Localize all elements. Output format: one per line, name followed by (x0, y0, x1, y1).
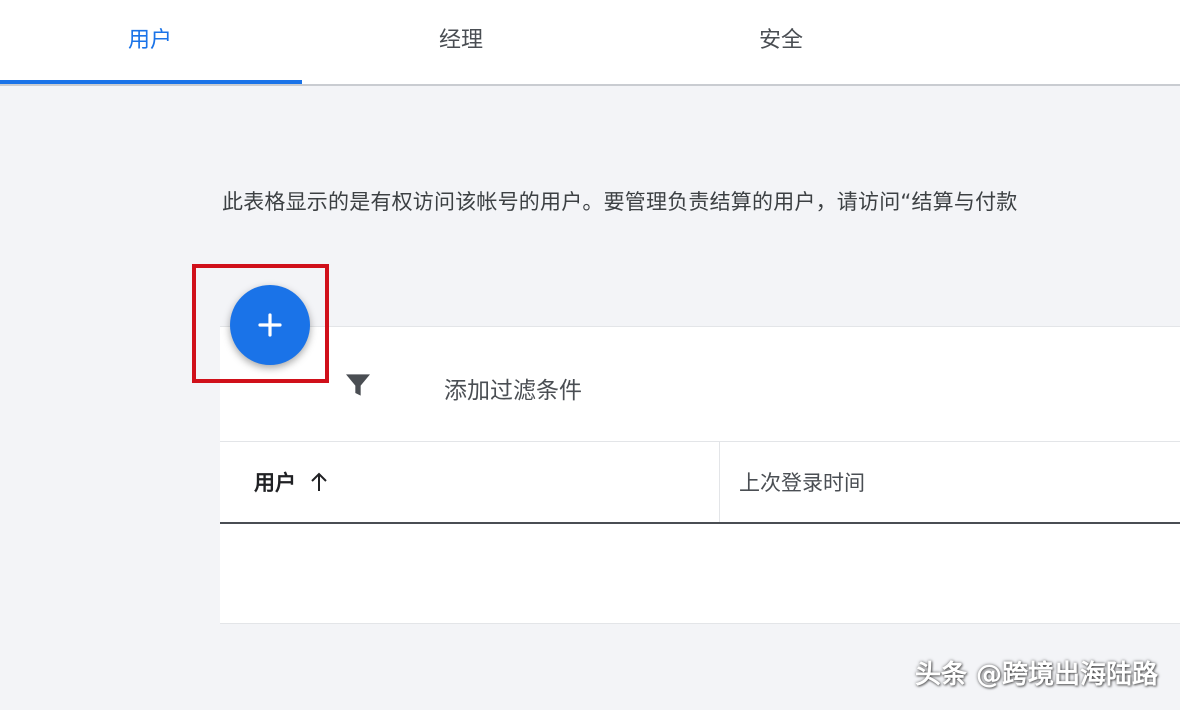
column-header-user[interactable]: 用户 (220, 442, 720, 522)
table-header-row: 用户 上次登录时间 (220, 442, 1180, 524)
filter-icon[interactable] (342, 369, 374, 401)
active-tab-indicator (0, 80, 302, 84)
column-header-last-login[interactable]: 上次登录时间 (721, 442, 1180, 522)
plus-icon (258, 313, 282, 337)
filter-bar: 添加过滤条件 (220, 327, 1180, 442)
add-filter-input[interactable]: 添加过滤条件 (444, 371, 582, 405)
page-description: 此表格显示的是有权访问该帐号的用户。要管理负责结算的用户，请访问“结算与付款 (222, 190, 1018, 214)
tab-managers[interactable]: 经理 (311, 0, 611, 84)
arrow-up-icon (311, 472, 327, 491)
tab-bar: 用户 经理 安全 (0, 0, 1180, 86)
tab-security[interactable]: 安全 (631, 0, 931, 84)
users-table-card: 添加过滤条件 用户 上次登录时间 (220, 326, 1180, 624)
watermark-text: 头条 @跨境出海陆路 (914, 660, 1158, 690)
tab-users[interactable]: 用户 (0, 0, 300, 84)
add-user-button[interactable] (230, 285, 310, 365)
column-header-user-label: 用户 (254, 471, 296, 495)
